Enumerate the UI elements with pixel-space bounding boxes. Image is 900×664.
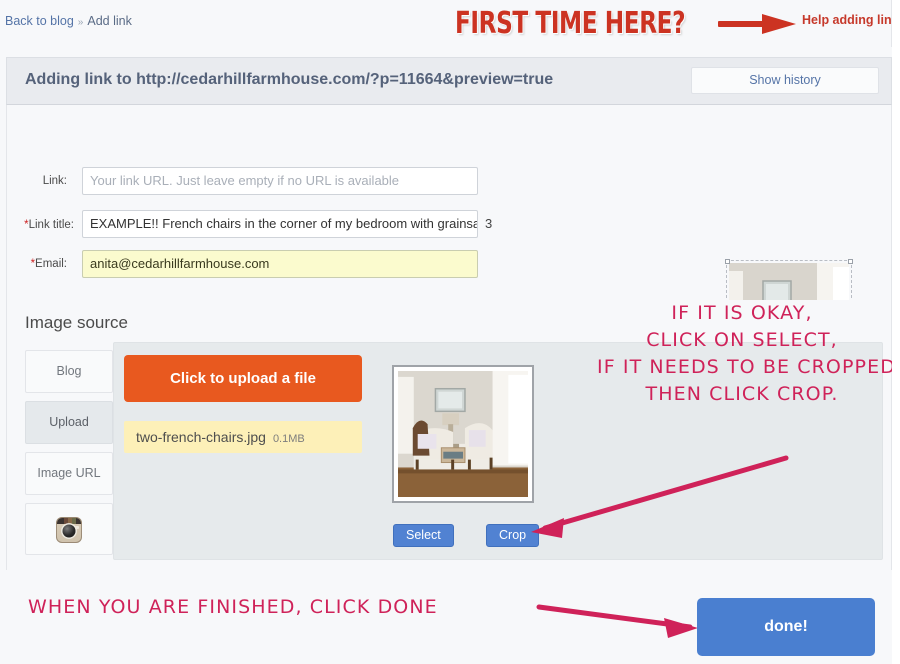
email-label-text: Email: [35,258,67,270]
right-arrow-icon [718,14,796,34]
image-source-tabs: Blog Upload Image URL [25,350,113,563]
image-preview-box [392,365,534,503]
breadcrumb-current: Add link [87,14,132,28]
tab-blog[interactable]: Blog [25,350,113,393]
first-time-here-headline: FIRST TIME HERE? [455,6,686,41]
email-field-label: *Email: [31,250,67,278]
breadcrumb-separator: » [77,17,84,28]
crop-handle-nw[interactable] [725,259,730,264]
page-header-panel: Adding link to http://cedarhillfarmhouse… [6,57,892,105]
tab-instagram[interactable] [25,503,113,555]
annotation-crop-instructions: IF IT IS OKAY, CLICK ON SELECT, IF IT NE… [597,300,900,408]
tab-upload[interactable]: Upload [25,401,113,444]
first-time-here-banner: FIRST TIME HERE? [455,4,735,44]
done-button[interactable]: done! [697,598,875,656]
link-title-field-label-wrap: *Link title: [7,211,74,239]
arrow-to-done-button [536,604,698,638]
link-title-field-label: *Link title: [24,211,74,239]
right-margin-strip [892,0,900,664]
show-history-button[interactable]: Show history [691,67,879,94]
click-to-upload-button[interactable]: Click to upload a file [124,355,362,402]
annotation-crop-line-1: IF IT IS OKAY, [671,302,813,324]
crop-button[interactable]: Crop [486,524,540,547]
uploaded-file-name: two-french-chairs.jpg [136,429,266,445]
tab-image-url[interactable]: Image URL [25,452,113,495]
link-input[interactable]: Your link URL. Just leave empty if no UR… [82,167,478,195]
crop-handle-ne[interactable] [848,259,853,264]
help-adding-links-link[interactable]: Help adding links [802,13,900,27]
select-button[interactable]: Select [393,524,454,547]
back-to-blog-link[interactable]: Back to blog [5,14,74,28]
link-form-panel: Link: Your link URL. Just leave empty if… [6,105,892,394]
annotation-crop-line-3: IF IT NEEDS TO BE CROPPED, [597,356,900,378]
uploaded-file-chip[interactable]: two-french-chairs.jpg 0.1MB [124,421,362,453]
instagram-icon [56,516,82,543]
annotation-crop-line-4: THEN CLICK CROP. [645,383,839,405]
page-title: Adding link to http://cedarhillfarmhouse… [25,71,554,88]
annotation-done-instruction: WHEN YOU ARE FINISHED, CLICK DONE [28,596,438,618]
top-bar: Back to blog» Add link FIRST TIME HERE? H… [0,0,900,47]
annotation-crop-line-2: CLICK ON SELECT, [646,329,838,351]
link-title-input[interactable]: EXAMPLE!! French chairs in the corner of… [82,210,478,238]
image-source-heading: Image source [25,313,128,332]
email-field[interactable]: anita@cedarhillfarmhouse.com [82,250,478,278]
breadcrumb: Back to blog» Add link [5,14,132,28]
link-title-label-text: Link title: [28,219,74,231]
uploaded-file-size: 0.1MB [272,433,305,445]
link-title-character-counter: 3 [485,216,493,231]
link-field-label-wrap: Link: [7,167,67,195]
email-field-label-wrap: *Email: [7,250,67,278]
link-field-label: Link: [42,175,67,187]
room-photo-preview [398,371,528,497]
